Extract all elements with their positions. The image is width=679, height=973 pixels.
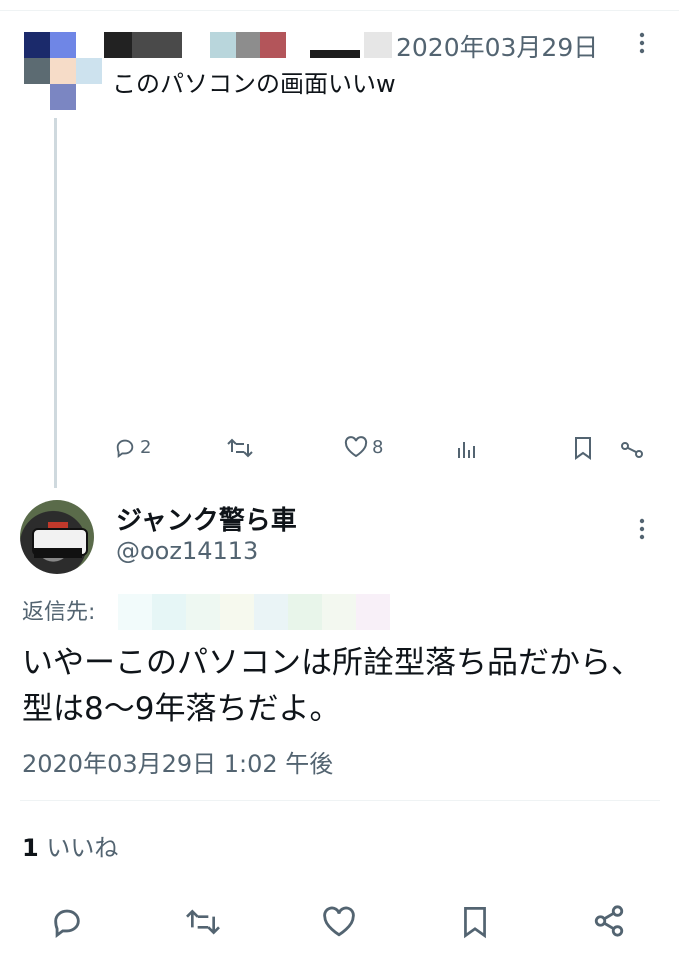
more-icon[interactable] <box>636 30 648 62</box>
reply-to-censored[interactable] <box>118 594 390 630</box>
quoted-tweet-text: このパソコンの画面いいw <box>112 70 396 98</box>
like-icon <box>344 436 368 458</box>
like-count-number: 1 <box>22 834 39 862</box>
like-count: 8 <box>372 436 384 458</box>
top-divider <box>0 10 679 11</box>
user-handle[interactable]: @ooz14113 <box>116 537 258 565</box>
like-count-link[interactable]: 1 いいね <box>22 828 118 863</box>
reply-icon <box>116 439 134 458</box>
bookmark-icon <box>464 907 486 939</box>
avatar-lightbar <box>48 522 68 528</box>
thread-connector-line <box>54 118 57 488</box>
bookmark-button[interactable] <box>460 904 490 940</box>
views-icon <box>458 442 475 458</box>
like-count-label: いいね <box>46 834 119 862</box>
display-name[interactable]: ジャンク警ら車 <box>116 500 297 537</box>
quoted-reply-button[interactable]: 2 <box>114 436 151 458</box>
stats-divider <box>20 800 660 801</box>
reply-to-label: 返信先: <box>22 600 96 625</box>
avatar-car-bumper <box>34 548 82 558</box>
bookmark-icon <box>575 437 591 460</box>
quoted-retweet-button[interactable] <box>226 436 254 460</box>
quoted-timestamp[interactable]: 2020年03月29日 <box>396 28 598 64</box>
tweet-text: いやーこのパソコンは所詮型落ち品だから、型は8〜9年落ちだよ。 <box>22 645 642 727</box>
more-icon[interactable] <box>636 516 648 548</box>
quoted-views-button[interactable] <box>456 438 478 460</box>
avatar[interactable] <box>20 500 94 574</box>
share-icon <box>594 905 624 937</box>
quoted-bookmark-button[interactable] <box>572 436 594 460</box>
quoted-like-button[interactable]: 8 <box>344 436 383 458</box>
retweet-icon <box>186 909 220 935</box>
reply-icon <box>54 909 80 938</box>
reply-button[interactable] <box>50 904 84 938</box>
like-icon <box>323 906 355 937</box>
share-button[interactable] <box>592 904 626 938</box>
quoted-share-button[interactable] <box>620 440 644 460</box>
reply-count: 2 <box>140 436 152 458</box>
like-button[interactable] <box>322 906 356 938</box>
tweet-timestamp[interactable]: 2020年03月29日 1:02 午後 <box>22 744 333 779</box>
retweet-icon <box>227 438 253 458</box>
share-icon <box>621 442 643 458</box>
retweet-button[interactable] <box>184 906 222 938</box>
